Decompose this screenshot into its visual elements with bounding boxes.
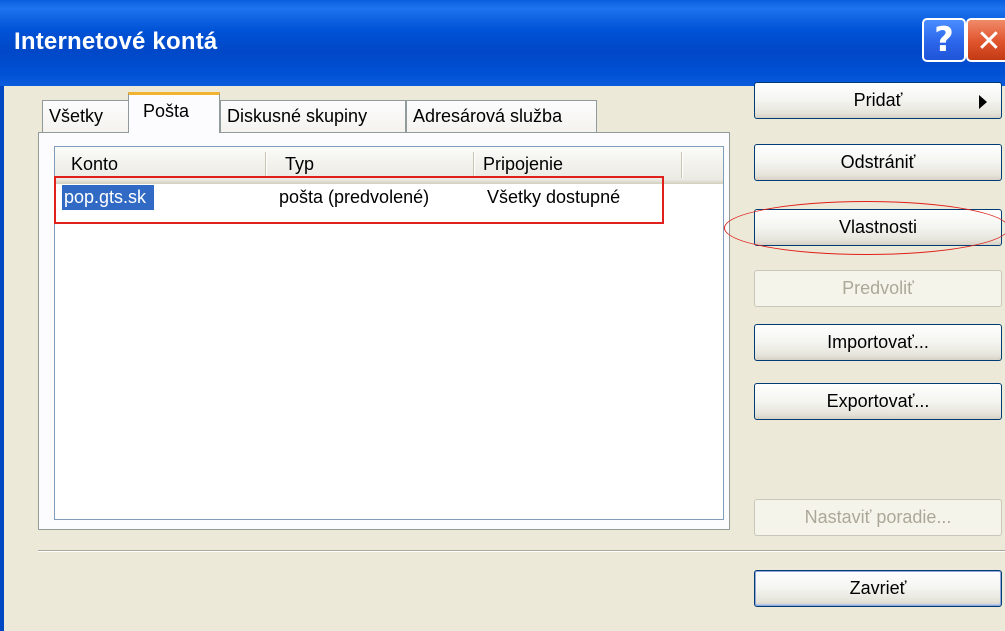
column-header-konto[interactable]: Konto	[71, 154, 118, 175]
button-label: Predvoliť	[842, 278, 914, 298]
export-button[interactable]: Exportovať...	[754, 383, 1002, 420]
set-order-button[interactable]: Nastaviť poradie...	[754, 499, 1002, 536]
close-window-button[interactable]: ✕	[966, 18, 1005, 62]
triangle-right-icon	[979, 95, 987, 109]
column-divider[interactable]	[681, 152, 683, 178]
tab-adresarova-sluzba[interactable]: Adresárová služba	[406, 100, 597, 132]
add-button-label: Pridať	[853, 90, 903, 110]
tab-vsetky[interactable]: Všetky	[42, 100, 130, 132]
help-icon: ?	[934, 20, 954, 60]
button-label: Nastaviť poradie...	[804, 507, 952, 527]
button-label: Odstrániť	[840, 152, 916, 172]
tab-label: Adresárová služba	[413, 106, 563, 126]
button-label: Zavrieť	[849, 578, 907, 598]
help-button[interactable]: ?	[922, 18, 966, 62]
tab-label: Všetky	[49, 106, 104, 126]
button-label: Exportovať...	[826, 391, 930, 411]
column-header-typ[interactable]: Typ	[285, 154, 314, 175]
remove-button[interactable]: Odstrániť	[754, 144, 1002, 181]
close-button[interactable]: Zavrieť	[754, 570, 1002, 607]
window-frame-left	[0, 86, 4, 631]
tab-posta[interactable]: Pošta	[128, 92, 220, 133]
column-header-pripojenie[interactable]: Pripojenie	[483, 154, 563, 175]
set-default-button[interactable]: Predvoliť	[754, 270, 1002, 307]
tab-label: Diskusné skupiny	[227, 106, 368, 126]
internet-accounts-dialog: Internetové kontá ? ✕ Všetky Pošta Disku…	[0, 0, 1005, 631]
column-divider[interactable]	[473, 152, 475, 178]
close-icon: ✕	[976, 24, 1002, 59]
tab-diskusne-skupiny[interactable]: Diskusné skupiny	[220, 100, 406, 132]
import-button[interactable]: Importovať...	[754, 324, 1002, 361]
annotation-ellipse	[724, 201, 1005, 255]
add-button[interactable]: Pridať	[754, 82, 1002, 119]
button-label: Importovať...	[827, 332, 929, 352]
separator-line	[38, 550, 1005, 552]
window-title: Internetové kontá	[14, 28, 218, 55]
tab-label: Pošta	[143, 101, 190, 121]
annotation-highlight-box	[54, 176, 664, 224]
column-divider[interactable]	[265, 152, 267, 178]
title-bar[interactable]: Internetové kontá ? ✕	[0, 0, 1005, 86]
